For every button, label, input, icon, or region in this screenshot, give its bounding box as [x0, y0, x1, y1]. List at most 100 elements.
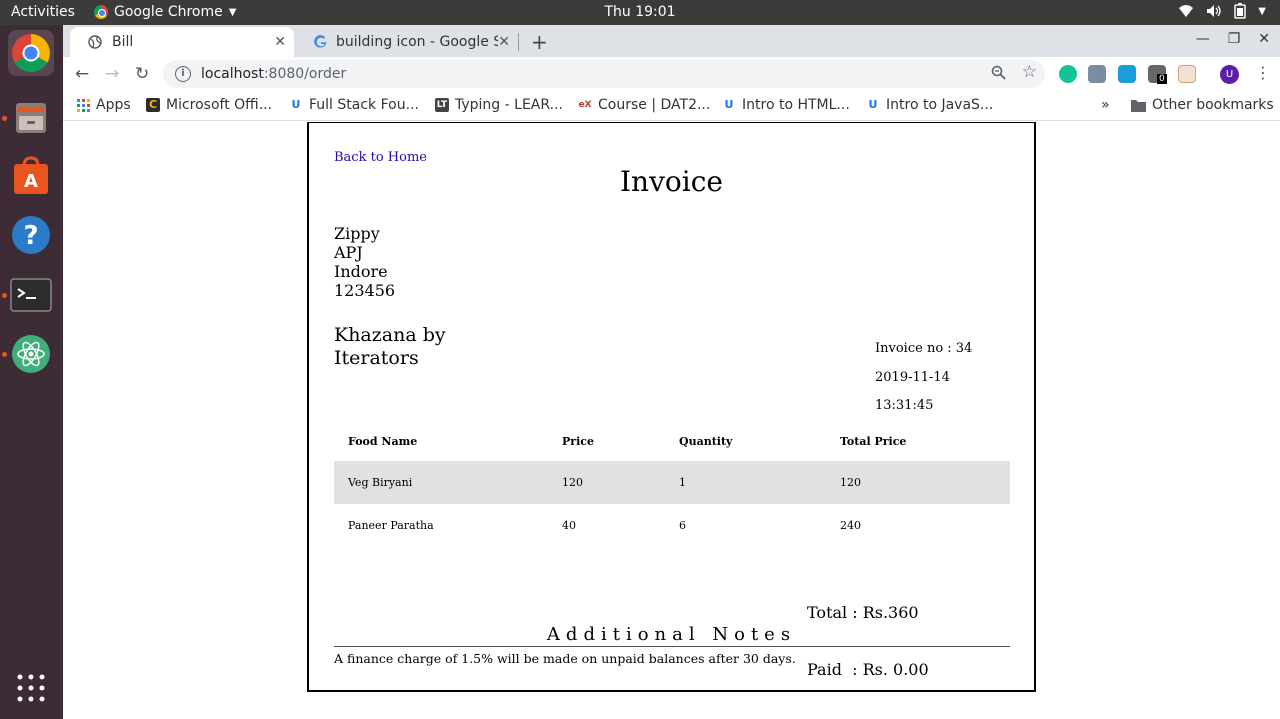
extension-badge-icon[interactable]: 0 — [1148, 65, 1167, 84]
restore-icon[interactable]: ❐ — [1228, 31, 1241, 47]
customer-name: Zippy — [334, 224, 380, 243]
udemy-icon: U — [724, 98, 734, 111]
bookmark-typing[interactable]: LT Typing - LEAR... — [435, 97, 563, 113]
close-window-icon[interactable]: ✕ — [1258, 31, 1270, 47]
bookmark-intro-js[interactable]: U Intro to JavaS... — [866, 97, 994, 113]
address-bar[interactable]: i localhost:8080/order ☆ — [163, 60, 1045, 88]
other-bookmarks-label: Other bookmarks — [1152, 97, 1274, 113]
battery-icon — [1234, 3, 1247, 19]
column-header: Quantity — [679, 434, 733, 448]
zoom-icon[interactable] — [991, 65, 1006, 80]
extension-copy-icon[interactable] — [1118, 65, 1136, 83]
additional-notes-heading: Additional Notes — [546, 624, 797, 645]
extension-screen-icon[interactable] — [1088, 65, 1106, 83]
price-cell: 40 — [562, 519, 576, 532]
chrome-icon — [94, 5, 108, 19]
apps-grid-icon — [77, 98, 90, 112]
other-bookmarks[interactable]: Other bookmarks — [1131, 97, 1274, 113]
bookmarks-bar: Apps C Microsoft Offi... U Full Stack Fo… — [63, 91, 1280, 121]
dock-terminal[interactable] — [8, 272, 54, 318]
column-header: Total Price — [840, 434, 907, 448]
total-price-cell: 240 — [840, 519, 861, 532]
profile-avatar[interactable]: U — [1220, 65, 1239, 84]
chrome-window: Bill ✕ building icon - Google Sea ✕ + — … — [63, 25, 1280, 719]
bookmark-apps[interactable]: Apps — [77, 97, 131, 113]
dock-files[interactable] — [8, 95, 54, 141]
edx-icon: eX — [578, 100, 592, 110]
volume-icon — [1207, 5, 1221, 17]
menu-kebab-icon[interactable]: ⋮ — [1255, 63, 1271, 82]
items-table: Food Name Price Quantity Total Price Veg… — [334, 421, 1010, 547]
minimize-icon[interactable]: — — [1196, 31, 1210, 47]
extension-badge-count: 0 — [1157, 74, 1167, 84]
system-menu-chevron-icon: ▼ — [1258, 5, 1266, 17]
bookmark-star-icon[interactable]: ☆ — [1022, 64, 1037, 81]
customer-address: Zippy APJ Indore 123456 — [334, 224, 395, 300]
tab-building-icon[interactable]: building icon - Google Sea ✕ — [296, 27, 518, 57]
bookmark-microsoft-office[interactable]: C Microsoft Offi... — [146, 97, 272, 113]
app-menu[interactable]: Google Chrome ▼ — [94, 4, 236, 20]
extension-note-icon[interactable] — [1178, 65, 1196, 83]
invoice-card: Back to Home Invoice Zippy APJ Indore 12… — [307, 122, 1036, 692]
grammarly-icon[interactable] — [1059, 65, 1077, 83]
dock-atom[interactable] — [8, 331, 54, 377]
price-cell: 120 — [548, 461, 665, 504]
system-tray[interactable]: ▼ — [1178, 3, 1266, 19]
invoice-number: Invoice no : 34 — [875, 341, 973, 356]
paid-amount: Paid : Rs. 0.00 — [807, 660, 929, 679]
back-to-home-link[interactable]: Back to Home — [334, 150, 427, 165]
url-text[interactable]: localhost:8080/order — [201, 66, 346, 82]
bookmark-course[interactable]: eX Course | DAT2... — [578, 97, 710, 113]
dock-chrome[interactable] — [8, 30, 54, 76]
bookmark-full-stack[interactable]: U Full Stack Fou... — [289, 97, 419, 113]
udemy-icon: U — [291, 98, 301, 111]
bookmark-label: Intro to HTML... — [742, 97, 850, 113]
dock-software[interactable]: A — [8, 153, 54, 199]
column-header: Food Name — [348, 434, 418, 448]
close-tab-icon[interactable]: ✕ — [274, 34, 286, 50]
forward-arrow-icon[interactable]: → — [105, 64, 119, 84]
activities-button[interactable]: Activities — [11, 4, 75, 20]
site-info-icon[interactable]: i — [175, 66, 191, 82]
app-grid-icon — [17, 674, 45, 702]
show-applications-button[interactable] — [8, 665, 54, 711]
bookmarks-overflow-button[interactable]: » — [1101, 97, 1110, 113]
tab-separator — [518, 33, 519, 51]
bookmark-label: Course | DAT2... — [598, 97, 711, 113]
office-icon: C — [146, 98, 160, 112]
globe-icon — [88, 35, 102, 49]
back-arrow-icon[interactable]: ← — [75, 64, 89, 84]
tab-bill[interactable]: Bill ✕ — [70, 27, 294, 57]
svg-text:?: ? — [23, 221, 38, 251]
tab-strip: Bill ✕ building icon - Google Sea ✕ + — … — [63, 25, 1280, 57]
running-indicator — [2, 116, 7, 121]
store-name: Khazana by Iterators — [334, 324, 446, 369]
new-tab-button[interactable]: + — [531, 30, 548, 54]
table-header-row: Food Name Price Quantity Total Price — [334, 421, 1010, 461]
wifi-icon — [1179, 5, 1194, 17]
atom-icon — [12, 335, 50, 373]
invoice-title: Invoice — [620, 165, 723, 198]
bookmark-label: Apps — [96, 97, 131, 113]
quantity-cell: 6 — [679, 519, 686, 532]
total-price-cell: 120 — [826, 461, 1010, 504]
browser-toolbar: ← → ↻ i localhost:8080/order ☆ 0 U ⋮ — [63, 57, 1280, 91]
tab-title: Bill — [112, 34, 134, 50]
help-icon: ? — [12, 216, 50, 254]
reload-icon[interactable]: ↻ — [135, 64, 149, 84]
ubuntu-dock: A ? — [0, 25, 63, 719]
udemy-icon: U — [868, 98, 878, 111]
total-amount: Total : Rs.360 — [807, 603, 919, 622]
notes-text: A finance charge of 1.5% will be made on… — [334, 651, 796, 666]
typing-icon: LT — [435, 98, 449, 112]
page-viewport[interactable]: Back to Home Invoice Zippy APJ Indore 12… — [63, 122, 1280, 719]
dock-help[interactable]: ? — [8, 212, 54, 258]
bookmark-label: Typing - LEAR... — [455, 97, 563, 113]
bookmark-intro-html[interactable]: U Intro to HTML... — [722, 97, 850, 113]
close-tab-icon[interactable]: ✕ — [498, 34, 510, 50]
app-menu-label: Google Chrome — [114, 4, 223, 20]
notes-divider — [334, 646, 1010, 647]
folder-icon — [1131, 99, 1146, 112]
table-row: Paneer Paratha 40 6 240 — [334, 504, 1010, 547]
file-cabinet-icon — [16, 103, 46, 133]
